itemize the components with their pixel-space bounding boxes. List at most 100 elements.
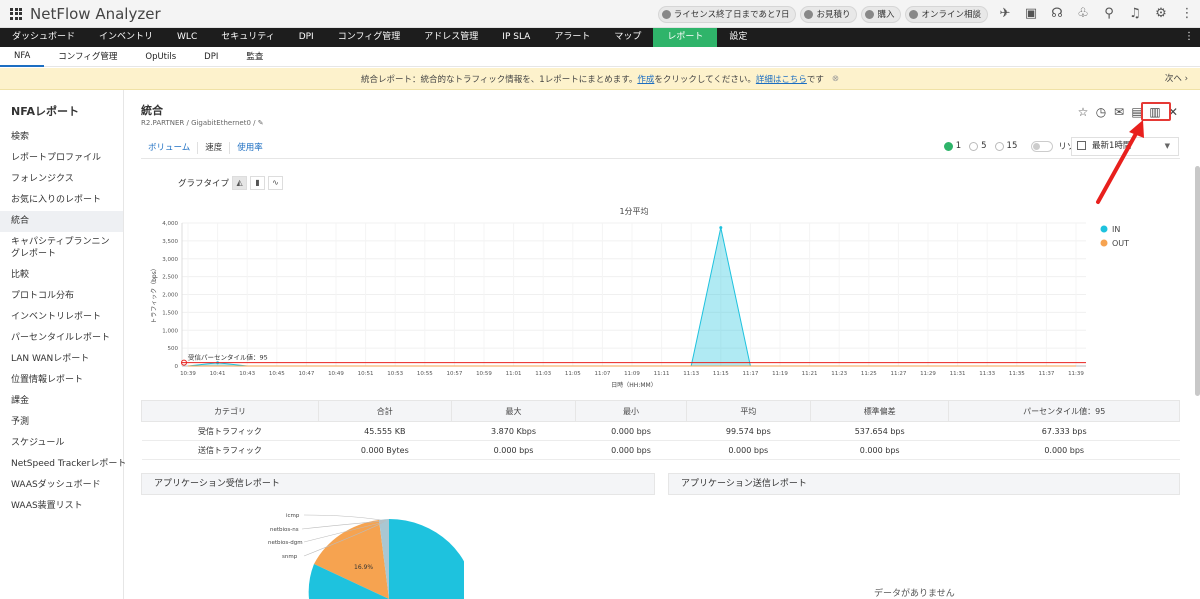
subnav-nfa[interactable]: NFA	[0, 47, 45, 67]
subnav-config[interactable]: コンフィグ管理	[44, 47, 131, 67]
nav-dashboard[interactable]: ダッシュボード	[0, 28, 87, 47]
headset-icon[interactable]: ☊	[1050, 7, 1064, 21]
bell-icon[interactable]: ♫	[1128, 7, 1142, 21]
quote-pill[interactable]: お見積り	[800, 5, 858, 23]
chart-title: 1分平均	[619, 206, 648, 216]
subnav-audit[interactable]: 監査	[232, 47, 277, 67]
percentile-label: 受信パーセンタイル値：95	[188, 353, 268, 362]
nav-ipsla[interactable]: IP SLA	[490, 28, 542, 47]
x-tick-label: 11:01	[506, 371, 522, 377]
sidebar-item-schedule[interactable]: スケジュール	[0, 433, 123, 454]
x-tick-label: 11:27	[890, 371, 906, 377]
line-chart-icon[interactable]: ∿	[268, 176, 284, 190]
banner-details-link[interactable]: 詳細はこちら	[756, 73, 807, 85]
nav-address[interactable]: アドレス管理	[412, 28, 490, 47]
banner-next[interactable]: 次へ ›	[1165, 72, 1188, 84]
sidebar-item-waas-dashboard[interactable]: WAASダッシュボード	[0, 475, 123, 496]
favorite-star-icon[interactable]: ☆	[1076, 105, 1090, 119]
resolve-ip-toggle[interactable]	[1031, 140, 1054, 152]
monitor-icon[interactable]: ▣	[1024, 7, 1038, 21]
x-tick-label: 10:55	[417, 371, 433, 377]
tab-volume[interactable]: ボリューム	[141, 141, 199, 154]
nav-security[interactable]: セキュリティ	[209, 28, 286, 47]
pie-slice-main	[389, 519, 464, 599]
sidebar-item-inventory[interactable]: インベントリレポート	[0, 307, 123, 328]
clock-icon	[661, 9, 671, 19]
banner-create-link[interactable]: 作成	[637, 73, 654, 85]
nav-dpi[interactable]: DPI	[287, 28, 326, 47]
sidebar-item-forensics[interactable]: フォレンジクス	[0, 169, 123, 190]
license-pill[interactable]: ライセンス終了日まであと7日	[657, 5, 797, 23]
pie-percent-label: 16.9%	[354, 564, 373, 571]
nav-inventory[interactable]: インベントリ	[87, 28, 165, 47]
legend-swatch-in	[1100, 225, 1108, 233]
page-title: 統合	[141, 104, 163, 117]
sidebar-item-forecast[interactable]: 予測	[0, 412, 123, 433]
x-tick-label: 11:11	[654, 371, 670, 377]
nav-settings[interactable]: 設定	[717, 28, 759, 47]
sidebar-item-percentile[interactable]: パーセンタイルレポート	[0, 328, 123, 349]
nav-maps[interactable]: マップ	[602, 28, 653, 47]
x-tick-label: 11:15	[713, 371, 729, 377]
sidebar-item-favorites[interactable]: お気に入りのレポート	[0, 190, 123, 211]
x-tick-label: 11:25	[861, 371, 877, 377]
x-tick-label: 10:39	[180, 371, 196, 377]
banner-text-prefix: 統合レポート：統合的なトラフィック情報を、1レポートにまとめます。	[360, 74, 638, 85]
search-icon[interactable]: ⚲	[1102, 7, 1116, 21]
nav-config[interactable]: コンフィグ管理	[326, 28, 413, 47]
col-stddev: 標準偏差	[809, 400, 950, 422]
banner-close-icon[interactable]: ⊗	[832, 74, 839, 84]
pie-label-netbios-dgm: netbios-dgm	[268, 540, 303, 546]
sidebar-item-compare[interactable]: 比較	[0, 265, 123, 286]
email-icon[interactable]: ✉	[1112, 105, 1126, 119]
sidebar-item-waas-devices[interactable]: WAAS装置リスト	[0, 496, 123, 517]
nav-wlc[interactable]: WLC	[165, 28, 209, 47]
consult-pill[interactable]: オンライン相談	[905, 5, 988, 23]
tab-speed[interactable]: 速度	[198, 141, 231, 154]
y-tick-label: 3,500	[162, 239, 178, 245]
y-tick-label: 1,500	[162, 310, 178, 316]
sidebar-item-protocol[interactable]: プロトコル分布	[0, 286, 123, 307]
sub-nav: NFA コンフィグ管理 OpUtils DPI 監査	[0, 47, 1200, 67]
schedule-clock-icon[interactable]: ◷	[1094, 105, 1108, 119]
sidebar-title: NFAレポート	[11, 105, 79, 118]
y-tick-label: 3,000	[162, 257, 178, 263]
x-tick-label: 11:19	[772, 371, 788, 377]
time-range-select[interactable]: 最新1時間 ▼	[1071, 137, 1179, 156]
nav-alerts[interactable]: アラート	[542, 28, 602, 47]
interval-radio-5[interactable]	[969, 141, 979, 151]
table-row: 受信トラフィック 45.555 KB 3.870 Kbps 0.000 bps …	[141, 421, 1180, 441]
legend-label-in: IN	[1112, 225, 1120, 234]
interval-radio-1[interactable]	[943, 141, 953, 151]
banner-text-suffix: です	[806, 74, 824, 85]
y-tick-label: 500	[168, 346, 179, 352]
cart-icon	[865, 9, 875, 19]
edit-icon[interactable]: ✎	[258, 119, 264, 127]
nav-reports[interactable]: レポート	[653, 28, 718, 47]
buy-pill[interactable]: 購入	[861, 5, 902, 23]
bar-chart-icon[interactable]: ▮	[250, 176, 266, 190]
subnav-dpi[interactable]: DPI	[190, 47, 232, 67]
subnav-oputils[interactable]: OpUtils	[131, 47, 190, 67]
sidebar-item-report-profile[interactable]: レポートプロファイル	[0, 148, 123, 169]
sidebar-item-consolidated[interactable]: 統合	[0, 211, 123, 232]
more-icon[interactable]: ⋮	[1180, 7, 1194, 21]
sidebar-item-search[interactable]: 検索	[0, 127, 123, 148]
sidebar-item-billing[interactable]: 課金	[0, 391, 123, 412]
gift-icon[interactable]: ♧	[1076, 7, 1090, 21]
area-chart-icon[interactable]: ◭	[232, 176, 248, 190]
sidebar-item-capacity[interactable]: キャパシティプランニングレポート	[0, 232, 123, 265]
gear-icon[interactable]: ⚙	[1154, 7, 1168, 21]
x-tick-label: 11:03	[535, 371, 551, 377]
rocket-icon[interactable]: ✈	[998, 7, 1012, 21]
legend-swatch-out	[1100, 239, 1108, 247]
interval-radio-15[interactable]	[994, 141, 1004, 151]
apps-grid-icon[interactable]	[10, 7, 22, 20]
sidebar-item-netspeed[interactable]: NetSpeed Trackerレポート	[0, 454, 126, 475]
tab-utilization[interactable]: 使用率	[230, 142, 270, 154]
x-tick-label: 11:21	[802, 371, 818, 377]
sidebar-item-lanwan[interactable]: LAN WANレポート	[0, 349, 123, 370]
sidebar-item-geo[interactable]: 位置情報レポート	[0, 370, 123, 391]
nav-more-icon[interactable]: ⋮	[1184, 31, 1194, 42]
x-tick-label: 10:45	[269, 371, 285, 377]
